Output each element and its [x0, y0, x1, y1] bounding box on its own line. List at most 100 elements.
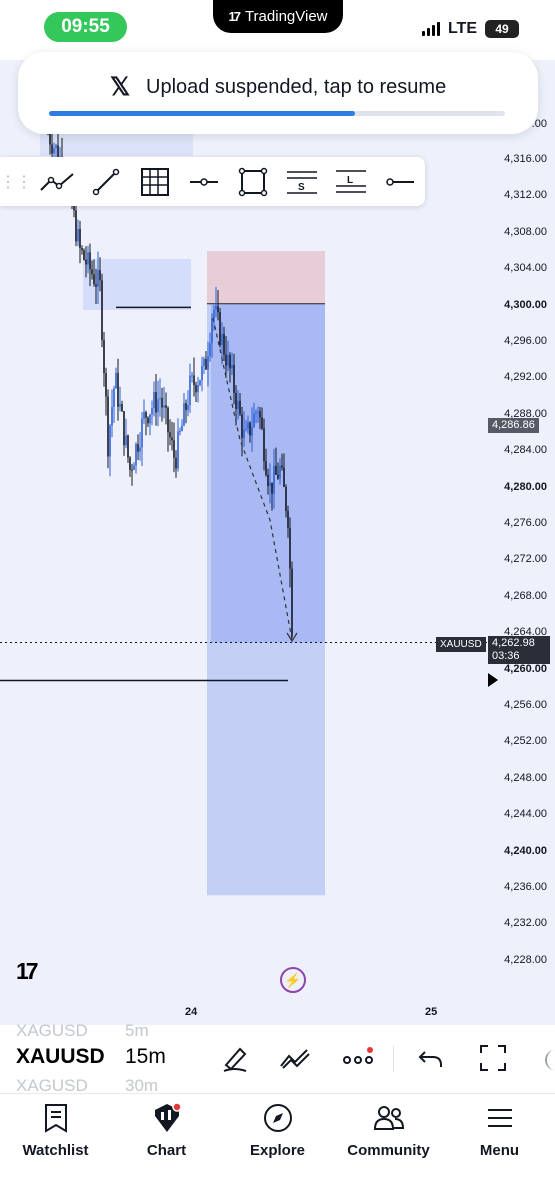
price-label: 4,272.00 — [504, 553, 547, 566]
candle-body — [193, 375, 195, 386]
last-price: 4,262.98 — [492, 637, 535, 649]
long-tool-letter: L — [347, 175, 353, 186]
pen-icon[interactable] — [218, 1041, 252, 1075]
candle-body — [153, 392, 155, 409]
candle-body — [261, 417, 263, 429]
nav-label-community: Community — [347, 1142, 430, 1159]
crosshair-price-tag: 4,286.86 — [488, 418, 539, 434]
price-label: 4,240.00 — [504, 844, 547, 857]
price-label: 4,236.00 — [504, 881, 547, 893]
price-label: 4,308.00 — [504, 225, 547, 238]
candle-body — [187, 404, 189, 411]
candle-body — [173, 440, 175, 458]
ray-tool-icon[interactable] — [81, 157, 130, 206]
more-options-icon[interactable] — [341, 1041, 375, 1075]
candle-body — [99, 270, 101, 281]
price-label: 4,280.00 — [504, 480, 547, 493]
candle-body — [217, 306, 219, 313]
nav-label-menu: Menu — [479, 1142, 520, 1159]
candle-body — [119, 404, 121, 407]
chart-icon — [151, 1102, 183, 1134]
symbol-selector[interactable]: XAUUSD — [16, 1045, 105, 1069]
candle-body — [203, 358, 205, 366]
undo-icon[interactable] — [414, 1041, 448, 1075]
symbol-tag: XAUUSD — [436, 637, 486, 652]
price-label: 4,260.00 — [504, 662, 547, 675]
candle-body — [127, 435, 129, 458]
candle-body — [195, 385, 197, 393]
symbol-bar-divider — [393, 1046, 394, 1072]
nav-explore[interactable]: Explore — [222, 1094, 333, 1200]
upload-status-text: Upload suspended, tap to resume — [146, 76, 447, 98]
candle-body — [147, 417, 149, 424]
candle-body — [145, 412, 147, 418]
nav-menu[interactable]: Menu — [444, 1094, 555, 1200]
nav-watchlist[interactable]: Watchlist — [0, 1094, 111, 1200]
grid-tool-icon[interactable] — [130, 157, 179, 206]
horizontal-line-tool-icon[interactable] — [179, 157, 228, 206]
candle-body — [105, 373, 107, 397]
candle-body — [197, 385, 199, 393]
candle-body — [139, 447, 141, 452]
candle-body — [211, 318, 213, 344]
candle-body — [181, 425, 183, 431]
candle-body — [111, 406, 113, 426]
candle-body — [53, 148, 55, 154]
drag-handle-icon[interactable]: ⋮⋮ — [0, 172, 32, 192]
candle-body — [215, 306, 217, 310]
nav-community[interactable]: Community — [333, 1094, 444, 1200]
candle-body — [109, 425, 111, 457]
candle-body — [273, 465, 275, 494]
menu-icon — [484, 1102, 516, 1134]
candle-body — [125, 435, 127, 446]
price-label: 4,284.00 — [504, 444, 547, 457]
short-tool-letter: S — [298, 182, 305, 193]
play-marker-icon[interactable] — [488, 673, 498, 687]
timeframe-selector[interactable]: 15m — [125, 1045, 166, 1069]
candle-body — [97, 270, 99, 287]
bolt-icon[interactable]: ⚡ — [280, 967, 306, 993]
candle-body — [255, 412, 257, 414]
nav-chart[interactable]: Chart — [111, 1094, 222, 1200]
trend-line-tool-icon[interactable] — [32, 157, 81, 206]
dynamic-island[interactable]: 17 TradingView — [213, 0, 343, 33]
fullscreen-icon[interactable] — [476, 1041, 510, 1075]
network-label: LTE — [447, 20, 477, 37]
status-right: LTE 49 — [421, 20, 519, 38]
tradingview-logo[interactable]: 17 — [16, 958, 39, 985]
candle-body — [279, 465, 281, 479]
price-label: 4,252.00 — [504, 735, 547, 748]
price-label: 4,304.00 — [504, 262, 547, 275]
candle-body — [87, 252, 89, 265]
candle-body — [103, 339, 105, 374]
prev-symbol[interactable]: XAGUSD — [16, 1021, 88, 1041]
status-time[interactable]: 09:55 — [44, 12, 127, 42]
price-label: 4,256.00 — [504, 699, 547, 711]
candle-body — [169, 432, 171, 438]
candle-body — [249, 422, 251, 436]
prev-timeframe[interactable]: 5m — [125, 1021, 149, 1041]
long-position-tool-icon[interactable]: L — [326, 157, 375, 206]
candle-body — [267, 474, 269, 486]
candle-body — [157, 399, 159, 413]
short-position-tool-icon[interactable]: S — [277, 157, 326, 206]
candle-body — [149, 414, 151, 424]
bottom-nav: Watchlist Chart Explore Community Menu — [0, 1093, 555, 1200]
upload-toast[interactable]: 𝕏 Upload suspended, tap to resume — [18, 52, 538, 134]
candle-body — [51, 144, 53, 154]
horizontal-ray-tool-icon[interactable] — [375, 157, 424, 206]
candle-body — [275, 465, 277, 475]
candle-body — [75, 210, 77, 242]
candle-body — [175, 457, 177, 469]
candle-body — [141, 418, 143, 448]
price-label: 4,268.00 — [504, 589, 547, 602]
indicators-icon[interactable] — [278, 1041, 312, 1075]
candle-body — [281, 465, 283, 468]
candle-body — [55, 145, 57, 149]
watchlist-icon — [40, 1102, 72, 1134]
candle-body — [231, 364, 233, 369]
candle-body — [131, 469, 133, 471]
rectangle-tool-icon[interactable] — [228, 157, 277, 206]
candle-body — [235, 392, 237, 409]
status-bar: 09:55 17 TradingView LTE 49 — [0, 0, 555, 60]
